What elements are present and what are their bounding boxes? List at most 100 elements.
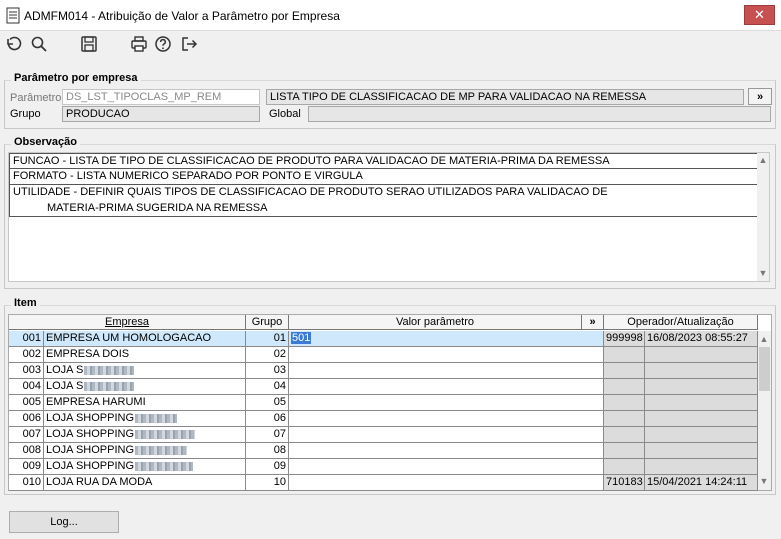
operador-cell	[604, 459, 645, 475]
param-code-field[interactable]: DS_LST_TIPOCLAS_MP_REM	[62, 89, 260, 105]
empresa-name-cell[interactable]: EMPRESA UM HOMOLOGACAO	[44, 331, 246, 347]
valor-cell[interactable]	[289, 395, 604, 411]
grupo-cell[interactable]: 02	[246, 347, 289, 363]
valor-cell[interactable]	[289, 379, 604, 395]
window-title: ADMFM014 - Atribuição de Valor a Parâmet…	[24, 9, 340, 23]
empresa-name-cell[interactable]: EMPRESA HARUMI	[44, 395, 246, 411]
observation-scrollbar[interactable]: ▲ ▼	[757, 153, 769, 281]
param-more-button[interactable]: »	[748, 88, 772, 105]
save-icon[interactable]	[80, 35, 98, 53]
empresa-name-cell[interactable]: LOJA SHOPPING	[44, 443, 246, 459]
empresa-name-text: LOJA S	[46, 380, 84, 392]
empresa-name-cell[interactable]: LOJA SHOPPING	[44, 459, 246, 475]
valor-cell[interactable]	[289, 363, 604, 379]
log-button[interactable]: Log...	[9, 511, 119, 533]
atualizacao-cell	[645, 379, 758, 395]
column-header-empresa[interactable]: Empresa	[9, 315, 246, 330]
grupo-cell[interactable]: 10	[246, 475, 289, 491]
redacted-text	[135, 413, 178, 423]
empresa-code-cell[interactable]: 006	[9, 411, 44, 427]
grupo-cell[interactable]: 03	[246, 363, 289, 379]
empresa-name-text: EMPRESA DOIS	[46, 348, 130, 360]
valor-cell[interactable]	[289, 427, 604, 443]
operador-cell	[604, 379, 645, 395]
scroll-down-icon[interactable]: ▼	[757, 267, 769, 279]
empresa-code-cell[interactable]: 008	[9, 443, 44, 459]
title-bar: ADMFM014 - Atribuição de Valor a Parâmet…	[0, 0, 781, 31]
grupo-cell[interactable]: 05	[246, 395, 289, 411]
global-label: Global	[269, 108, 301, 120]
empresa-name-cell[interactable]: LOJA SHOPPING	[44, 427, 246, 443]
group-label: Grupo	[10, 108, 41, 120]
empresa-name-cell[interactable]: EMPRESA DOIS	[44, 347, 246, 363]
observation-line: MATERIA-PRIMA SUGERIDA NA REMESSA	[9, 201, 759, 217]
observation-line: UTILIDADE - DEFINIR QUAIS TIPOS DE CLASS…	[9, 185, 759, 201]
empresa-name-text: LOJA SHOPPING	[46, 444, 135, 456]
empresa-name-cell[interactable]: LOJA S	[44, 379, 246, 395]
empresa-name-cell[interactable]: LOJA S	[44, 363, 246, 379]
observation-line: FORMATO - LISTA NUMERICO SEPARADO POR PO…	[9, 169, 759, 185]
grupo-cell[interactable]: 06	[246, 411, 289, 427]
scroll-thumb[interactable]	[759, 347, 770, 391]
atualizacao-cell	[645, 395, 758, 411]
empresa-name-cell[interactable]: LOJA RUA DA MODA	[44, 475, 246, 491]
empresa-code-cell[interactable]: 007	[9, 427, 44, 443]
operador-cell	[604, 347, 645, 363]
redacted-text	[135, 445, 188, 455]
search-icon[interactable]	[30, 35, 48, 53]
empresa-name-text: LOJA SHOPPING	[46, 412, 135, 424]
empresa-code-cell[interactable]: 005	[9, 395, 44, 411]
empresa-code-cell[interactable]: 004	[9, 379, 44, 395]
operador-cell: 999998	[604, 331, 645, 347]
param-description-field: LISTA TIPO DE CLASSIFICACAO DE MP PARA V…	[266, 89, 744, 105]
empresa-name-cell[interactable]: LOJA SHOPPING	[44, 411, 246, 427]
grupo-cell[interactable]: 09	[246, 459, 289, 475]
valor-more-button[interactable]: »	[582, 315, 604, 330]
valor-cell[interactable]	[289, 459, 604, 475]
print-icon[interactable]	[130, 35, 148, 53]
valor-input[interactable]: 501	[291, 332, 312, 344]
operador-cell	[604, 395, 645, 411]
exit-icon[interactable]	[180, 35, 198, 53]
operador-cell	[604, 363, 645, 379]
valor-cell[interactable]	[289, 411, 604, 427]
empresa-code-cell[interactable]: 010	[9, 475, 44, 491]
empresa-code-cell[interactable]: 001	[9, 331, 44, 347]
help-icon[interactable]	[154, 35, 172, 53]
valor-cell[interactable]	[289, 347, 604, 363]
empresa-name-text: LOJA SHOPPING	[46, 428, 135, 440]
grupo-cell[interactable]: 07	[246, 427, 289, 443]
scroll-up-icon[interactable]: ▲	[757, 154, 769, 166]
empresa-code-cell[interactable]: 002	[9, 347, 44, 363]
empresa-name-text: EMPRESA HARUMI	[46, 396, 146, 408]
undo-icon[interactable]	[4, 35, 22, 53]
empresa-name-text: LOJA RUA DA MODA	[46, 476, 153, 488]
global-field	[308, 106, 771, 122]
grupo-cell[interactable]: 08	[246, 443, 289, 459]
redacted-text	[135, 461, 194, 471]
grupo-cell[interactable]: 01	[246, 331, 289, 347]
empresa-name-text: EMPRESA UM HOMOLOGACAO	[46, 332, 212, 344]
operador-cell	[604, 443, 645, 459]
grid-scrollbar[interactable]: ▲ ▼	[758, 331, 771, 490]
column-header-operador[interactable]: Operador/Atualização	[604, 315, 758, 330]
observation-text-area[interactable]: FUNCAO - LISTA DE TIPO DE CLASSIFICACAO …	[8, 152, 770, 282]
valor-cell[interactable]: 501	[289, 331, 604, 347]
column-header-valor[interactable]: Valor parâmetro	[289, 315, 582, 330]
column-header-grupo[interactable]: Grupo	[246, 315, 289, 330]
empresa-name-text: LOJA SHOPPING	[46, 460, 135, 472]
item-grid: Empresa Grupo Valor parâmetro » Operador…	[8, 314, 772, 491]
redacted-text	[84, 381, 135, 391]
toolbar	[0, 31, 781, 59]
empresa-code-cell[interactable]: 009	[9, 459, 44, 475]
grupo-cell[interactable]: 04	[246, 379, 289, 395]
close-button[interactable]: ✕	[744, 5, 775, 25]
valor-cell[interactable]	[289, 443, 604, 459]
scroll-down-icon[interactable]: ▼	[758, 475, 770, 487]
empresa-code-cell[interactable]: 003	[9, 363, 44, 379]
atualizacao-cell: 16/08/2023 08:55:27	[645, 331, 758, 347]
valor-cell[interactable]	[289, 475, 604, 491]
scroll-up-icon[interactable]: ▲	[758, 333, 770, 345]
param-label: Parâmetro	[10, 92, 62, 104]
operador-cell: 710183	[604, 475, 645, 491]
